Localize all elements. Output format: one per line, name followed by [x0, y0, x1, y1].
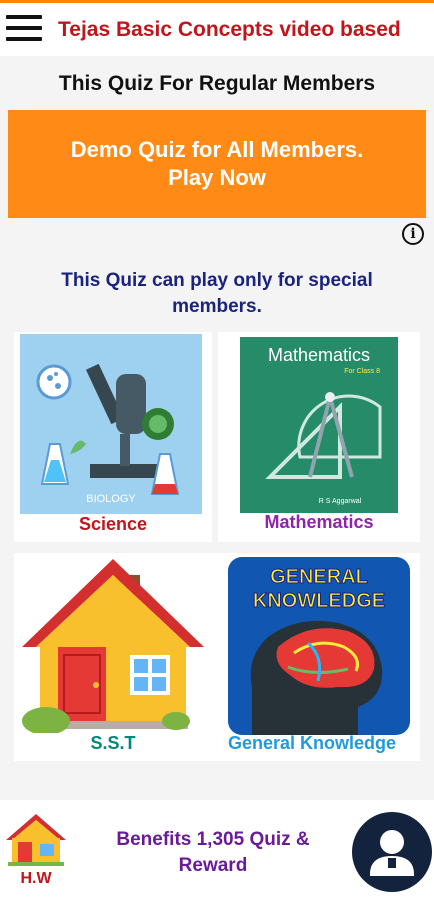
gk-cover-line2: KNOWLEDGE — [253, 590, 385, 612]
subject-card-science[interactable]: BIOLOGY Science — [14, 332, 212, 542]
subject-label-mathematics: Mathematics — [264, 512, 374, 532]
science-cover-image: BIOLOGY — [20, 334, 202, 514]
info-icon[interactable]: i — [402, 223, 424, 245]
subject-label-general-knowledge: General Knowledge — [227, 733, 397, 753]
profile-button[interactable] — [352, 812, 432, 892]
demo-quiz-line1: Demo Quiz for All Members. — [70, 137, 364, 162]
gk-cover-line1: GENERAL — [270, 566, 368, 588]
mathematics-cover-author: R S Aggarwal — [319, 498, 362, 505]
regular-members-heading: This Quiz For Regular Members — [58, 72, 376, 95]
mathematics-cover-image: Mathematics For Class 8 R S Aggarwal — [240, 337, 398, 513]
quiz-home-screen: Tejas Basic Concepts video based This Qu… — [0, 0, 434, 900]
special-members-note: This Quiz can play only for special memb… — [61, 270, 373, 317]
homework-button[interactable]: H.W — [4, 812, 68, 890]
subject-card-mathematics[interactable]: Mathematics For Class 8 R S Aggarwal Mat… — [218, 332, 420, 542]
subject-label-science: Science — [78, 514, 148, 534]
subject-card-general-knowledge[interactable]: GENERAL KNOWLEDGE General Knowledge — [204, 553, 420, 761]
demo-quiz-line2: Play Now — [168, 165, 266, 190]
general-knowledge-cover-image: GENERAL KNOWLEDGE — [228, 557, 410, 735]
mathematics-cover-title: Mathematics — [268, 345, 370, 365]
demo-quiz-button[interactable]: Demo Quiz for All Members. Play Now — [8, 110, 426, 218]
user-icon — [370, 830, 414, 876]
subject-card-sst[interactable]: S.S.T — [14, 553, 212, 761]
mathematics-cover-subtitle: For Class 8 — [344, 368, 380, 375]
app-bar: Tejas Basic Concepts video based — [0, 0, 434, 56]
app-title: Tejas Basic Concepts video based — [58, 18, 401, 41]
homework-label: H.W — [20, 870, 52, 887]
benefits-button[interactable]: Benefits 1,305 Quiz & Reward — [82, 816, 344, 890]
benefits-label: Benefits 1,305 Quiz & Reward — [116, 829, 310, 876]
subject-label-sst: S.S.T — [90, 733, 136, 753]
science-cover-caption: BIOLOGY — [86, 493, 136, 505]
house-icon — [6, 814, 66, 866]
house-image — [22, 559, 204, 733]
menu-icon[interactable] — [6, 15, 44, 45]
